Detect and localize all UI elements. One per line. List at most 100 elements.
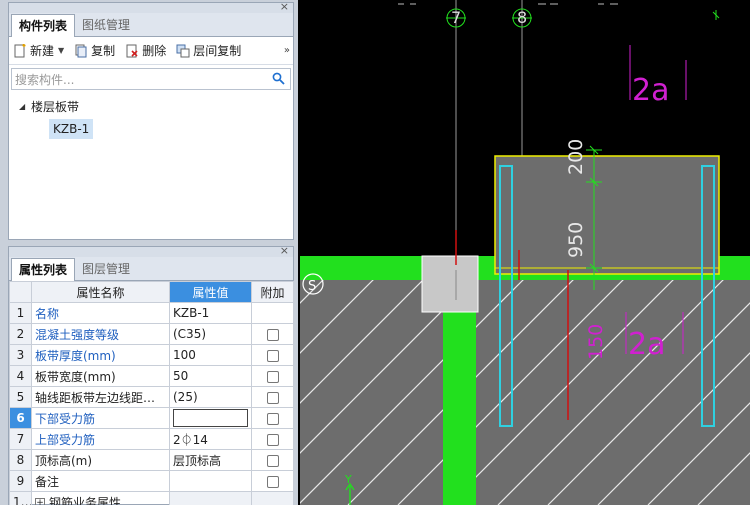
dimension-text: 200 <box>565 139 587 175</box>
table-row[interactable]: 2 混凝土强度等级 (C35) <box>9 323 294 345</box>
property-value[interactable]: (25) <box>169 386 252 408</box>
table-row[interactable]: 10 + 钢筋业务属性 <box>9 491 294 505</box>
extra-cell <box>251 365 294 387</box>
tree-root-label: 楼层板带 <box>31 100 80 114</box>
table-row[interactable]: 8 顶标高(m) 层顶标高 <box>9 449 294 471</box>
property-name: 上部受力筋 <box>31 428 170 450</box>
axis-label: 8 <box>517 8 527 27</box>
expand-plus-icon[interactable]: + <box>35 498 45 505</box>
component-tree: ◢ 楼层板带 KZB-1 <box>9 93 293 139</box>
chevron-down-icon[interactable]: ▼ <box>58 46 64 55</box>
new-label: 新建 <box>30 44 55 58</box>
property-name: 混凝土强度等级 <box>31 323 170 345</box>
dimension-text: 950 <box>565 222 587 258</box>
property-value[interactable]: (C35) <box>169 323 252 345</box>
floor-copy-icon <box>176 44 190 57</box>
tab-drawing-management[interactable]: 图纸管理 <box>75 14 137 36</box>
property-value[interactable] <box>169 470 252 492</box>
property-value[interactable]: 50 <box>169 365 252 387</box>
components-panel: × 构件列表 图纸管理 新建 ▼ 复制 删除 层间复制 » 搜索构件... ◢ … <box>8 0 294 240</box>
header-property-name: 属性名称 <box>31 281 170 303</box>
header-num <box>9 281 32 303</box>
delete-button[interactable]: 删除 <box>125 42 166 59</box>
floor-copy-label: 层间复制 <box>193 44 242 58</box>
y-axis-label: Y <box>344 473 352 486</box>
tab-component-list[interactable]: 构件列表 <box>11 14 76 37</box>
value-input[interactable] <box>173 409 248 427</box>
row-number: 5 <box>9 386 32 408</box>
property-name: 板带宽度(mm) <box>31 365 170 387</box>
column-box <box>421 255 479 313</box>
axis-label: 7 <box>451 8 461 27</box>
property-value[interactable]: 2⏀14 <box>169 428 252 450</box>
delete-label: 删除 <box>142 44 167 58</box>
extra-cell <box>251 428 294 450</box>
more-icon[interactable]: » <box>284 45 290 56</box>
components-panel-header: × <box>9 0 293 13</box>
new-button[interactable]: 新建 ▼ <box>13 42 64 59</box>
extra-checkbox[interactable] <box>266 328 279 341</box>
components-tabs: 构件列表 图纸管理 <box>9 13 293 37</box>
property-value[interactable]: 100 <box>169 344 252 366</box>
copy-icon <box>75 44 87 57</box>
row-number: 6 <box>9 407 32 429</box>
floor-copy-button[interactable]: 层间复制 <box>176 42 241 59</box>
table-row[interactable]: 1 名称 KZB-1 <box>9 302 294 324</box>
extra-checkbox[interactable] <box>266 349 279 362</box>
extra-checkbox[interactable] <box>266 370 279 383</box>
tree-root[interactable]: ◢ 楼层板带 <box>9 97 293 117</box>
property-group[interactable]: + 钢筋业务属性 <box>31 491 170 505</box>
tab-layer-management[interactable]: 图层管理 <box>75 258 137 280</box>
cad-canvas[interactable]: 7 8 2a 200 950 150 2a S Y <box>298 0 750 505</box>
property-name: 名称 <box>31 302 170 324</box>
tick-mark <box>712 10 720 20</box>
property-value-editor[interactable] <box>169 407 252 429</box>
extra-cell <box>251 491 294 505</box>
cad-drawing[interactable]: 7 8 2a 200 950 150 2a S Y <box>298 0 750 505</box>
properties-panel: × 属性列表 图层管理 属性名称 属性值 附加 1 名称 KZB-1 2 混凝土… <box>8 244 294 505</box>
extra-cell <box>251 302 294 324</box>
property-name: 轴线距板带左边线距离... <box>31 386 170 408</box>
extra-checkbox[interactable] <box>266 475 279 488</box>
extra-cell <box>251 386 294 408</box>
search-icon[interactable] <box>272 72 285 85</box>
copy-label: 复制 <box>91 44 116 58</box>
row-number: 8 <box>9 449 32 471</box>
row-number: 3 <box>9 344 32 366</box>
search-input[interactable]: 搜索构件... <box>15 71 74 88</box>
expand-triangle-icon[interactable]: ◢ <box>19 97 31 117</box>
property-name: 顶标高(m) <box>31 449 170 471</box>
region-label: 2a <box>628 327 665 362</box>
extra-cell <box>251 449 294 471</box>
table-row[interactable]: 6 下部受力筋 <box>9 407 294 429</box>
row-number: 7 <box>9 428 32 450</box>
left-sidebar: × 构件列表 图纸管理 新建 ▼ 复制 删除 层间复制 » 搜索构件... ◢ … <box>0 0 298 505</box>
table-row[interactable]: 5 轴线距板带左边线距离... (25) <box>9 386 294 408</box>
property-value[interactable]: 层顶标高 <box>169 449 252 471</box>
section-marker-label: S <box>308 279 316 294</box>
extra-checkbox[interactable] <box>266 412 279 425</box>
property-value[interactable]: KZB-1 <box>169 302 252 324</box>
properties-table: 属性名称 属性值 附加 1 名称 KZB-1 2 混凝土强度等级 (C35) 3… <box>9 281 294 505</box>
search-box[interactable]: 搜索构件... <box>11 68 291 90</box>
extra-cell <box>251 407 294 429</box>
table-row[interactable]: 3 板带厚度(mm) 100 <box>9 344 294 366</box>
row-number: 2 <box>9 323 32 345</box>
close-icon[interactable]: × <box>280 0 289 13</box>
components-toolbar: 新建 ▼ 复制 删除 层间复制 » <box>9 37 293 65</box>
close-icon[interactable]: × <box>280 244 289 257</box>
row-number: 9 <box>9 470 32 492</box>
copy-button[interactable]: 复制 <box>74 42 115 59</box>
extra-checkbox[interactable] <box>266 433 279 446</box>
row-number: 4 <box>9 365 32 387</box>
table-row[interactable]: 7 上部受力筋 2⏀14 <box>9 428 294 450</box>
property-name: 钢筋业务属性 <box>49 495 122 505</box>
extra-checkbox[interactable] <box>266 391 279 404</box>
selected-beam[interactable] <box>494 155 720 275</box>
extra-checkbox[interactable] <box>266 454 279 467</box>
table-row[interactable]: 9 备注 <box>9 470 294 492</box>
extra-cell <box>251 323 294 345</box>
table-row[interactable]: 4 板带宽度(mm) 50 <box>9 365 294 387</box>
tab-property-list[interactable]: 属性列表 <box>11 258 76 281</box>
tree-item-selected[interactable]: KZB-1 <box>49 119 94 139</box>
